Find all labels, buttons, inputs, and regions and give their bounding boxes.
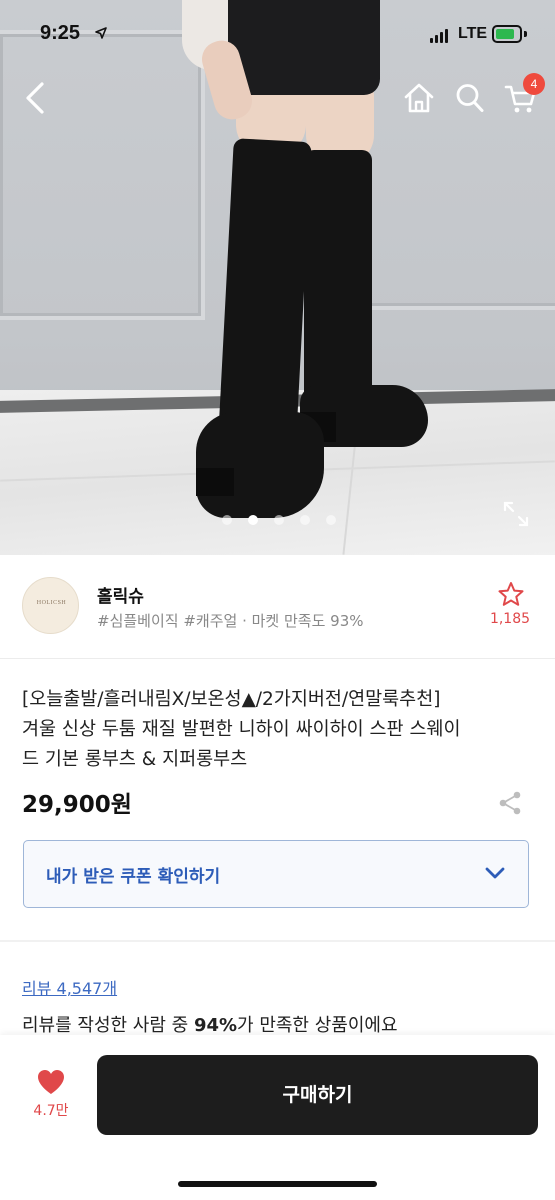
boot-left-shaft [218, 138, 312, 442]
status-time: 9:25 [40, 22, 81, 44]
store-row[interactable]: HOLICSH 홀릭슈 #심플베이직 #캐주얼 · 마켓 만족도 93% 1,1… [0, 555, 555, 659]
gallery-dot[interactable] [222, 515, 232, 525]
store-name[interactable]: 홀릭슈 [97, 582, 144, 607]
share-icon[interactable] [498, 790, 522, 816]
product-title-line: 겨울 신상 두툼 재질 발편한 니하이 싸이하이 스판 스웨이 [22, 719, 461, 740]
location-arrow-icon [95, 27, 107, 39]
expand-icon[interactable] [502, 500, 530, 528]
boot-left-heel [196, 468, 234, 496]
favorite-count: 1,185 [489, 611, 531, 627]
battery-tip [524, 31, 527, 37]
product-title: [오늘출발/흘러내림X/보온성▲/2가지버전/연말룩추천] 겨울 신상 두툼 재… [22, 685, 537, 775]
product-title-line: [오늘출발/흘러내림X/보온성▲/2가지버전/연말룩추천] [22, 689, 441, 710]
battery-icon [492, 25, 522, 43]
review-summary: 리뷰를 작성한 사람 중 94%가 만족한 상품이에요 [22, 1011, 398, 1037]
wall-panel [362, 0, 555, 310]
store-tags: #심플베이직 #캐주얼 · 마켓 만족도 93% [97, 612, 364, 630]
coupon-check-button[interactable]: 내가 받은 쿠폰 확인하기 [23, 840, 529, 908]
review-satisfaction-percent: 94% [193, 1015, 238, 1036]
gallery-dot[interactable] [326, 515, 336, 525]
signal-icon [430, 29, 450, 43]
chevron-down-icon [485, 867, 505, 879]
product-price: 29,900원 [22, 792, 132, 818]
coupon-label: 내가 받은 쿠폰 확인하기 [46, 867, 221, 887]
wall-panel [0, 30, 205, 320]
store-logo-text: HOLICSH [36, 600, 67, 606]
model-shorts [228, 0, 380, 95]
back-icon[interactable] [20, 80, 54, 116]
like-count: 4.7만 [33, 1103, 69, 1119]
gallery-pagination [222, 515, 342, 525]
section-divider [0, 940, 555, 942]
boot-left-foot [196, 412, 324, 518]
store-logo[interactable]: HOLICSH [22, 577, 79, 634]
star-icon[interactable] [497, 581, 525, 607]
gallery-dot[interactable] [248, 515, 258, 525]
review-count-link[interactable]: 리뷰 4,547개 [22, 975, 117, 999]
boot-right-shaft [304, 150, 372, 420]
review-summary-suffix: 가 만족한 상품이에요 [237, 1015, 398, 1036]
buy-button[interactable]: 구매하기 [97, 1055, 538, 1135]
cart-count-badge: 4 [523, 73, 545, 95]
search-icon[interactable] [455, 82, 485, 114]
gallery-dot[interactable] [274, 515, 284, 525]
product-title-line: 드 기본 롱부츠 & 지퍼롱부츠 [22, 749, 248, 770]
network-type: LTE [458, 25, 488, 42]
home-icon[interactable] [403, 82, 435, 114]
review-summary-prefix: 리뷰를 작성한 사람 중 [22, 1015, 194, 1036]
heart-icon[interactable] [36, 1068, 66, 1096]
home-indicator [178, 1181, 377, 1187]
gallery-dot[interactable] [300, 515, 310, 525]
